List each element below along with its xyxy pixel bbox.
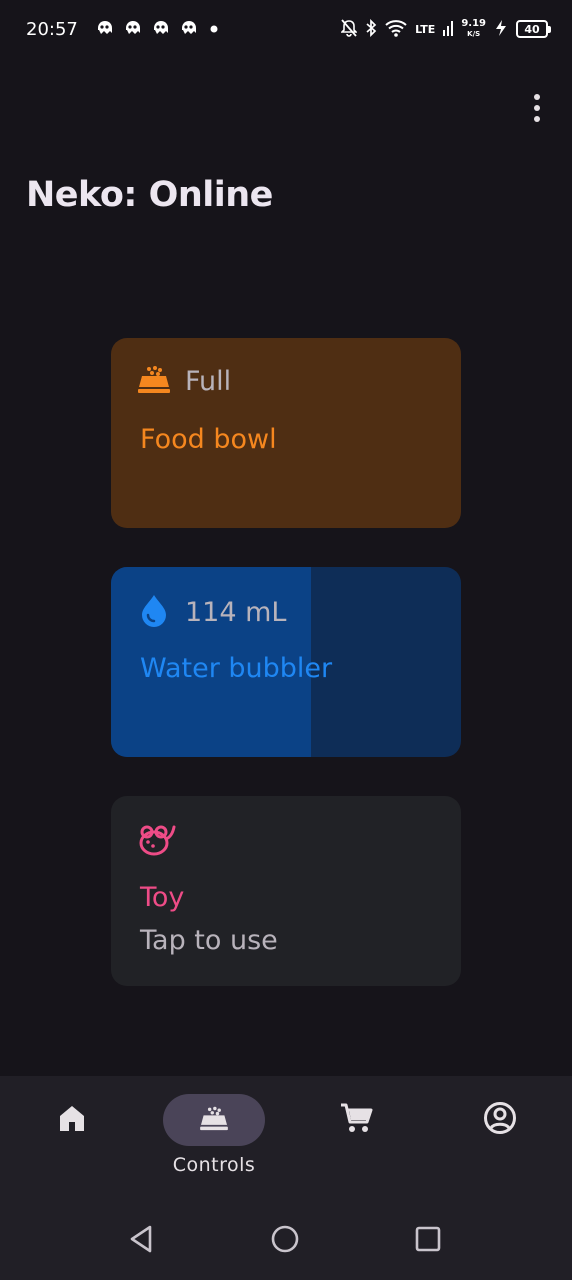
mouse-toy-icon — [137, 822, 177, 862]
nav-indicator — [305, 1094, 407, 1146]
nav-indicator — [449, 1094, 551, 1146]
nav-item-home[interactable] — [2, 1094, 142, 1194]
food-bowl-icon — [137, 364, 171, 398]
more-vert-dot — [534, 94, 540, 100]
cart-icon — [339, 1102, 373, 1138]
notification-icon — [180, 19, 198, 39]
wifi-icon — [385, 19, 407, 40]
tile-header: 114 mL — [137, 593, 286, 631]
overflow-menu-button[interactable] — [520, 90, 554, 126]
nav-item-shop[interactable] — [286, 1094, 426, 1194]
system-navigation — [0, 1200, 572, 1280]
tile-header — [137, 822, 177, 862]
back-button[interactable] — [126, 1225, 156, 1257]
charging-icon — [494, 19, 508, 40]
account-icon — [483, 1101, 517, 1139]
more-vert-dot — [534, 105, 540, 111]
network-type: LTE — [415, 22, 436, 36]
more-vert-dot — [534, 116, 540, 122]
nav-indicator — [163, 1094, 265, 1146]
food-bowl-tile[interactable]: Full Food bowl — [111, 338, 461, 528]
toy-name: Toy — [140, 882, 185, 913]
signal-icon — [443, 20, 454, 39]
net-speed: 9.19 K/S — [461, 19, 486, 39]
status-right: LTE 9.19 K/S 40 — [340, 18, 551, 40]
food-bowl-icon — [198, 1105, 230, 1135]
bell-off-icon — [340, 18, 359, 40]
toy-subtitle: Tap to use — [140, 925, 278, 956]
nav-item-account[interactable] — [430, 1094, 570, 1194]
net-speed-value: 9.19 — [461, 18, 486, 29]
home-icon — [57, 1103, 87, 1137]
bluetooth-icon — [365, 18, 377, 40]
water-bubbler-name: Water bubbler — [140, 653, 333, 684]
recents-button[interactable] — [413, 1226, 443, 1256]
tile-header: Full — [137, 364, 231, 398]
notification-icon — [96, 19, 114, 39]
toy-tile[interactable]: Toy Tap to use — [111, 796, 461, 986]
home-circle-icon — [270, 1224, 300, 1258]
water-bubbler-tile[interactable]: 114 mL Water bubbler — [111, 567, 461, 757]
nav-label-controls: Controls — [172, 1154, 256, 1176]
status-left: 20:57 — [26, 19, 220, 40]
notification-icon — [124, 19, 142, 39]
water-drop-icon — [137, 593, 171, 631]
recents-square-icon — [414, 1225, 442, 1257]
more-notifications-dot-icon — [208, 20, 220, 39]
water-bubbler-status: 114 mL — [185, 596, 287, 628]
page-title: Neko: Online — [26, 175, 273, 215]
status-bar: 20:57 LTE 9.19 K/S 40 — [0, 0, 572, 58]
home-button[interactable] — [270, 1224, 300, 1258]
food-bowl-name: Food bowl — [140, 424, 277, 455]
status-time: 20:57 — [26, 18, 78, 40]
nav-item-controls[interactable]: Controls — [144, 1094, 284, 1194]
battery-indicator: 40 — [516, 20, 551, 38]
net-speed-unit: K/S — [467, 30, 481, 38]
nav-indicator — [21, 1094, 123, 1146]
back-triangle-icon — [128, 1225, 154, 1257]
notification-icon — [152, 19, 170, 39]
food-bowl-status: Full — [185, 365, 232, 397]
